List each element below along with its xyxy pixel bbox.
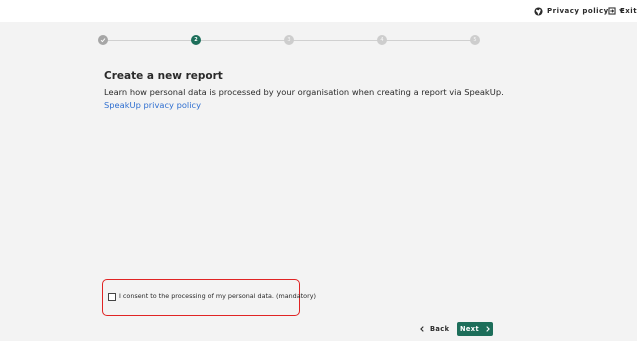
exit-button[interactable]: Exit [608,4,637,18]
step-3: 3 [284,35,294,45]
privacy-policy-link[interactable]: SpeakUp privacy policy [104,100,201,110]
step-5: 5 [470,35,480,45]
exit-icon [608,7,616,15]
consent-label[interactable]: I consent to the processing of my person… [119,292,316,300]
consent-checkbox[interactable] [108,293,116,301]
chevron-left-icon [420,326,424,332]
step-2-current: 2 [191,35,201,45]
step-4: 4 [377,35,387,45]
back-button[interactable]: Back [420,322,449,336]
back-label: Back [430,325,450,333]
next-label: Next [460,325,479,333]
chevron-right-icon [486,326,490,332]
step-1-done [98,35,108,45]
check-icon [100,37,106,43]
consent-field: I consent to the processing of my person… [102,279,316,316]
globe-icon [534,6,543,16]
progress-stepper: 2 3 4 5 [98,35,480,45]
page-subtitle: Learn how personal data is processed by … [104,87,504,97]
privacy-policy-label: Privacy policy [547,7,609,15]
next-button[interactable]: Next [457,322,493,336]
page-title: Create a new report [104,70,223,82]
exit-label: Exit [620,7,637,15]
top-bar: Privacy policy Exit [0,0,637,22]
